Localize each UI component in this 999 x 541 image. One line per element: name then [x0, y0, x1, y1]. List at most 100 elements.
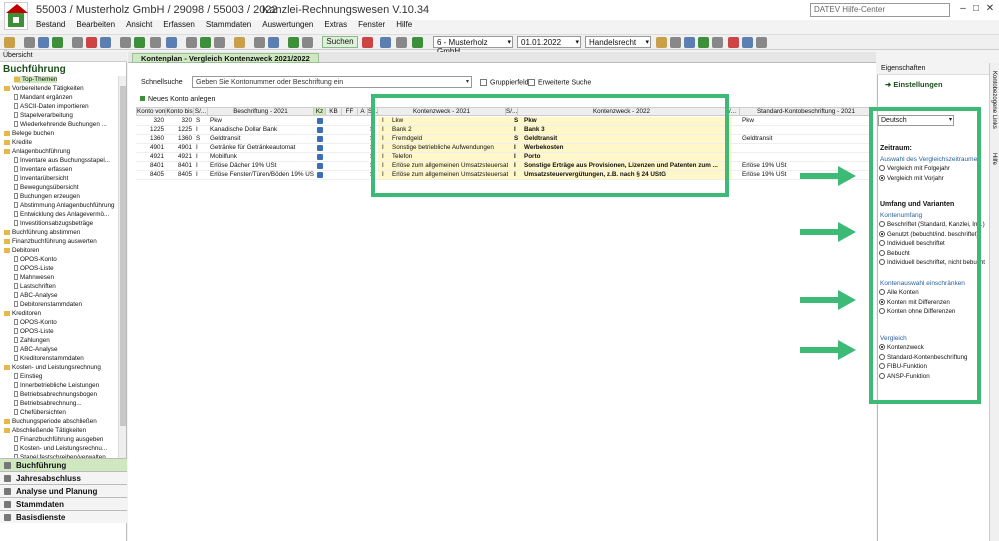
tree-item[interactable]: Mandant ergänzen: [14, 94, 73, 101]
menu-item[interactable]: Ansicht: [126, 20, 152, 29]
tree-item[interactable]: Kreditorenstammdaten: [14, 355, 84, 362]
toolbar-icon[interactable]: [254, 37, 265, 48]
nav-button[interactable]: Stammdaten: [0, 497, 127, 510]
quicksearch-input[interactable]: Geben Sie Kontonummer oder Beschriftung …: [192, 76, 472, 88]
toolbar-icon[interactable]: [186, 37, 197, 48]
tree-item[interactable]: Debitoren: [4, 247, 39, 254]
tree-scrollbar[interactable]: [118, 76, 126, 481]
tree-item[interactable]: OPOS-Liste: [14, 328, 54, 335]
help-search-input[interactable]: DATEV Hilfe-Center: [810, 3, 950, 17]
tree-item[interactable]: Abstimmung Anlagenbuchführung: [14, 202, 115, 209]
column-header[interactable]: FF: [342, 107, 358, 116]
tree-item[interactable]: Zahlungen: [14, 337, 50, 344]
toolbar-icon[interactable]: [396, 37, 407, 48]
toolbar-icon[interactable]: [150, 37, 161, 48]
menu-item[interactable]: Bearbeiten: [76, 20, 115, 29]
tree-item[interactable]: Stapelverarbeitung: [14, 112, 73, 119]
menu-item[interactable]: Fenster: [358, 20, 385, 29]
tree-item[interactable]: OPOS-Konto: [14, 319, 57, 326]
tree-item[interactable]: Innerbetriebliche Leistungen: [14, 382, 99, 389]
menu-item[interactable]: Stammdaten: [206, 20, 251, 29]
tree-item[interactable]: Debitorenstammdaten: [14, 301, 82, 308]
nav-button[interactable]: Buchführung: [0, 458, 127, 471]
toolbar-icon[interactable]: [712, 37, 723, 48]
tree-item[interactable]: Wiederkehrende Buchungen ...: [14, 121, 107, 128]
tree-item[interactable]: Inventare aus Buchungsstapel...: [14, 157, 110, 164]
tree-item[interactable]: Kreditoren: [4, 310, 41, 317]
tree-item[interactable]: Finanzbuchführung ausgeben: [14, 436, 103, 443]
tree-item[interactable]: Buchführung abstimmen: [4, 229, 80, 236]
nav-button[interactable]: Analyse und Planung: [0, 484, 127, 497]
tree-item[interactable]: Abschließende Tätigkeiten: [4, 427, 86, 434]
column-header[interactable]: Konto bis: [166, 107, 194, 116]
tab-kontenplan[interactable]: Kontenplan - Vergleich Kontenzweck 2021/…: [132, 53, 319, 63]
tree-item[interactable]: Inventare erfassen: [14, 166, 72, 173]
column-header[interactable]: Kz: [314, 107, 326, 116]
tree-item[interactable]: Chefübersichten: [14, 409, 66, 416]
toolbar-icon[interactable]: [380, 37, 391, 48]
toolbar-icon[interactable]: [134, 37, 145, 48]
tree-item[interactable]: Top-Themen: [14, 76, 58, 83]
settings-link[interactable]: ➜ Einstellungen: [885, 80, 943, 89]
toolbar-icon[interactable]: [86, 37, 97, 48]
toolbar-icon[interactable]: [72, 37, 83, 48]
toolbar-icon[interactable]: [684, 37, 695, 48]
tree-item[interactable]: Buchungen erzeugen: [14, 193, 80, 200]
column-header[interactable]: Standard-Kontobeschriftung - 2021: [740, 107, 873, 116]
column-header[interactable]: S/...: [194, 107, 208, 116]
toolbar-icon[interactable]: [742, 37, 753, 48]
tree-item[interactable]: Betriebsabrechnung...: [14, 400, 82, 407]
tree-item[interactable]: Kosten- und Leistungsrechnu...: [14, 445, 107, 452]
toolbar-icon[interactable]: [268, 37, 279, 48]
toolbar-icon[interactable]: [670, 37, 681, 48]
client-select[interactable]: 6 - Musterholz GmbH▾: [433, 36, 513, 56]
toolbar-icon[interactable]: [100, 37, 111, 48]
toolbar-icon[interactable]: [412, 37, 423, 48]
tree-item[interactable]: Mahnwesen: [14, 274, 54, 281]
tree-item[interactable]: Anlagenbuchführung: [4, 148, 70, 155]
tree-item[interactable]: Betriebsabrechnungsbogen: [14, 391, 97, 398]
toolbar-icon[interactable]: [200, 37, 211, 48]
tree-item[interactable]: Vorbereitende Tätigkeiten: [4, 85, 84, 92]
column-header[interactable]: KB: [326, 107, 342, 116]
menu-item[interactable]: Auswertungen: [262, 20, 313, 29]
tree-item[interactable]: OPOS-Konto: [14, 256, 57, 263]
toolbar-icon[interactable]: [120, 37, 131, 48]
tree-item[interactable]: Kredite: [4, 139, 32, 146]
tree-item[interactable]: ABC-Analyse: [14, 292, 57, 299]
tree-item[interactable]: ABC-Analyse: [14, 346, 57, 353]
side-tab-help[interactable]: Hilfe: [991, 153, 997, 165]
date-select[interactable]: 01.01.2022 ▾: [517, 36, 581, 48]
tree-item[interactable]: Belege buchen: [4, 130, 54, 137]
tree-item[interactable]: ASCII-Daten importieren: [14, 103, 89, 110]
toolbar-icon[interactable]: [234, 37, 245, 48]
toolbar-icon[interactable]: [166, 37, 177, 48]
tree-item[interactable]: Entwicklung des Anlagevermö...: [14, 211, 109, 218]
toolbar-icon[interactable]: [52, 37, 63, 48]
extended-search-checkbox[interactable]: Erweiterte Suche: [528, 79, 591, 86]
tree-item[interactable]: Finanzbuchführung auswerten: [4, 238, 97, 245]
close-icon[interactable]: ✕: [984, 3, 996, 15]
search-button[interactable]: Suchen: [322, 36, 358, 48]
minimize-icon[interactable]: –: [957, 3, 969, 15]
menu-item[interactable]: Erfassen: [163, 20, 195, 29]
menu-item[interactable]: Bestand: [36, 20, 65, 29]
nav-button[interactable]: Jahresabschluss: [0, 471, 127, 484]
tree-item[interactable]: OPOS-Liste: [14, 265, 54, 272]
toolbar-icon[interactable]: [288, 37, 299, 48]
column-header[interactable]: Konto von: [136, 107, 166, 116]
menu-item[interactable]: Hilfe: [396, 20, 412, 29]
tree-item[interactable]: Investitionsabzugsbeträge: [14, 220, 93, 227]
toolbar-icon[interactable]: [38, 37, 49, 48]
toolbar-icon[interactable]: [756, 37, 767, 48]
toolbar-icon[interactable]: [362, 37, 373, 48]
toolbar-icon[interactable]: [698, 37, 709, 48]
tree-item[interactable]: Lastschriften: [14, 283, 56, 290]
toolbar-icon[interactable]: [728, 37, 739, 48]
toolbar-icon[interactable]: [214, 37, 225, 48]
toolbar-icon[interactable]: [656, 37, 667, 48]
law-select[interactable]: Handelsrecht ▾: [585, 36, 651, 48]
tree-item[interactable]: Inventarübersicht: [14, 175, 68, 182]
group-field-checkbox[interactable]: Gruppierfeld: [480, 79, 529, 86]
side-tab-links[interactable]: Kontobezogene Links: [991, 71, 997, 129]
